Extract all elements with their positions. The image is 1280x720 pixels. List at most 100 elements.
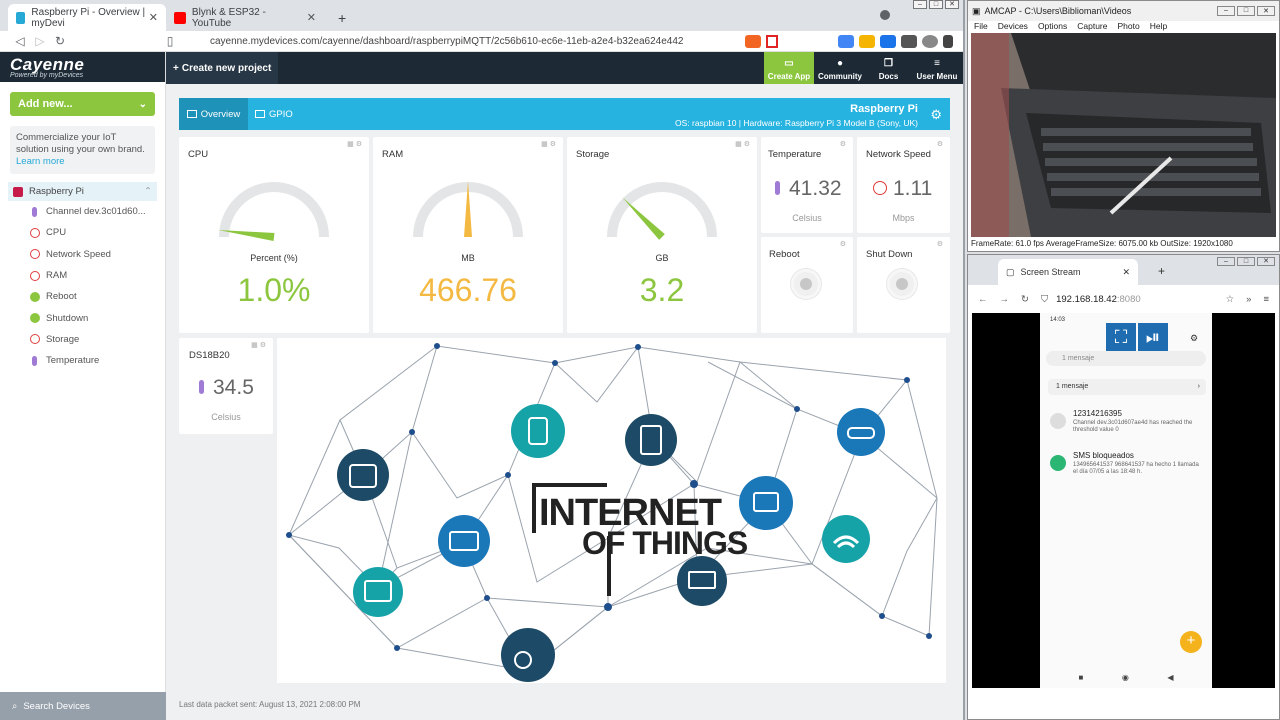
shutdown-button[interactable] xyxy=(887,269,917,299)
gear-icon[interactable]: ⚙ xyxy=(744,141,752,148)
maximize-icon[interactable]: □ xyxy=(1237,257,1255,266)
chart-icon[interactable]: ▦ xyxy=(735,141,744,148)
new-tab-button[interactable]: + xyxy=(330,4,354,31)
gear-icon[interactable]: ⚙ xyxy=(840,241,848,248)
phone-message[interactable]: SMS bloqueados 134965641537 968641537 ha… xyxy=(1046,451,1206,481)
phone-message[interactable]: 12314216395 Channel dev.3c01d607ae4d has… xyxy=(1046,409,1206,439)
close-tab-icon[interactable]: ✕ xyxy=(1122,267,1130,278)
home-icon[interactable]: ◉ xyxy=(1122,673,1129,682)
sidebar-item-temperature[interactable]: Temperature xyxy=(0,350,165,371)
reload-icon[interactable]: ↻ xyxy=(1021,294,1029,305)
profile-icon[interactable] xyxy=(922,34,938,48)
gear-icon[interactable]: ⚙ xyxy=(356,141,364,148)
learn-more-link[interactable]: Learn more xyxy=(16,156,65,167)
menu-capture[interactable]: Capture xyxy=(1077,21,1107,33)
device-root-raspberry-pi[interactable]: Raspberry Pi ⌃ xyxy=(8,182,157,201)
more-icon[interactable]: » xyxy=(1246,294,1251,305)
bookmark-icon[interactable]: ▯ xyxy=(160,34,180,48)
puzzle-icon[interactable] xyxy=(901,34,917,48)
user-menu-button[interactable]: ≡ User Menu xyxy=(911,52,963,84)
widget-value: 3.2 xyxy=(639,272,685,308)
back-icon[interactable]: ◀ xyxy=(1167,673,1173,682)
translate-icon[interactable] xyxy=(838,34,854,48)
tab-search-icon[interactable] xyxy=(880,10,890,20)
gear-icon[interactable]: ⚙ xyxy=(550,141,558,148)
cayenne-logo[interactable]: Cayenne Powered by myDevices xyxy=(0,52,165,82)
star-icon[interactable]: ☆ xyxy=(1226,294,1235,305)
menu-help[interactable]: Help xyxy=(1150,21,1167,33)
sidebar-item-ram[interactable]: RAM xyxy=(0,265,165,286)
close-icon[interactable]: ✕ xyxy=(945,0,959,9)
play-pause-icon[interactable]: ⏯ xyxy=(1138,323,1168,353)
menu-icon[interactable]: ≡ xyxy=(1263,294,1269,305)
message-title: 12314216395 xyxy=(1073,409,1122,418)
maximize-icon[interactable]: □ xyxy=(1237,6,1255,16)
menu-devices[interactable]: Devices xyxy=(998,21,1028,33)
gear-icon[interactable]: ⚙ xyxy=(840,141,848,148)
shield-icon[interactable]: ⛉ xyxy=(1041,294,1048,305)
stream-url[interactable]: 192.168.18.42:8080 xyxy=(1056,294,1214,305)
tab-screen-stream[interactable]: ▢ Screen Stream ✕ xyxy=(998,259,1138,285)
menu-icon[interactable] xyxy=(943,34,953,48)
fullscreen-icon[interactable]: ⛶ xyxy=(1106,323,1136,353)
star-extension-icon[interactable] xyxy=(859,34,875,48)
cayenne-favicon-icon xyxy=(16,11,26,24)
translate-extension-icon[interactable] xyxy=(880,34,896,48)
add-new-button[interactable]: Add new... ⌄ xyxy=(10,92,155,116)
tab-cayenne[interactable]: Raspberry Pi - Overview | myDevi ✕ xyxy=(8,4,166,31)
minimize-icon[interactable]: – xyxy=(913,0,927,9)
compose-button[interactable]: + xyxy=(1180,631,1202,653)
widget-unit: Celsius xyxy=(211,412,241,422)
minimize-icon[interactable]: – xyxy=(1217,6,1235,16)
maximize-icon[interactable]: □ xyxy=(929,0,943,9)
gear-icon[interactable]: ⚙ xyxy=(260,342,268,349)
reload-icon[interactable]: ↻ xyxy=(50,34,70,48)
menu-options[interactable]: Options xyxy=(1038,21,1067,33)
chart-icon[interactable]: ▦ xyxy=(347,141,356,148)
sidebar-item-shutdown[interactable]: Shutdown xyxy=(0,307,165,328)
phone-search-input[interactable]: 1 mensaje xyxy=(1046,351,1206,366)
chart-icon[interactable]: ▦ xyxy=(541,141,550,148)
reboot-button[interactable] xyxy=(791,269,821,299)
chevron-up-icon[interactable]: ⌃ xyxy=(144,186,152,197)
recent-apps-icon[interactable]: ■ xyxy=(1079,673,1084,682)
tab-gpio[interactable]: GPIO xyxy=(255,98,293,130)
create-project-button[interactable]: + Create new project xyxy=(166,52,279,84)
title-bracket-left xyxy=(532,483,536,533)
widget-value: 466.76 xyxy=(419,272,517,308)
widget-title: DS18B20 xyxy=(189,350,230,361)
new-tab-button[interactable]: + xyxy=(1158,264,1165,278)
brave-shield-icon[interactable] xyxy=(745,34,761,48)
settings-icon[interactable]: ⚙ xyxy=(1190,333,1198,344)
sidebar-item-network-speed[interactable]: Network Speed xyxy=(0,244,165,265)
forward-icon[interactable]: → xyxy=(1000,294,1010,305)
chart-icon[interactable]: ▦ xyxy=(251,342,260,349)
back-icon[interactable]: ◁ xyxy=(10,34,30,48)
docs-button[interactable]: ❐ Docs xyxy=(866,52,911,84)
gear-icon[interactable]: ⚙ xyxy=(937,241,945,248)
close-icon[interactable]: ✕ xyxy=(1257,257,1275,266)
sidebar-item-storage[interactable]: Storage xyxy=(0,329,165,350)
gear-icon[interactable]: ⚙ xyxy=(930,107,942,123)
tab-youtube[interactable]: Blynk & ESP32 - YouTube ✕ xyxy=(166,4,324,31)
close-icon[interactable]: ✕ xyxy=(1257,6,1275,16)
close-tab-icon[interactable]: ✕ xyxy=(149,11,158,24)
tab-overview[interactable]: Overview xyxy=(179,98,248,130)
create-app-button[interactable]: ▭ Create App xyxy=(764,52,814,84)
sidebar-item-cpu[interactable]: CPU xyxy=(0,222,165,243)
gear-icon[interactable]: ⚙ xyxy=(937,141,945,148)
sidebar-item-channel[interactable]: Channel dev.3c01d60... xyxy=(0,201,165,222)
close-tab-icon[interactable]: ✕ xyxy=(307,11,316,24)
menu-photo[interactable]: Photo xyxy=(1117,21,1139,33)
community-button[interactable]: ● Community xyxy=(814,52,866,84)
brave-rewards-icon[interactable] xyxy=(766,34,778,48)
url-field[interactable]: cayenne.mydevices.com/cayenne/dashboard/… xyxy=(210,36,740,47)
chevron-right-icon: › xyxy=(1197,383,1200,390)
menu-file[interactable]: File xyxy=(974,21,988,33)
search-devices-input[interactable]: ⌕ Search Devices xyxy=(0,692,166,720)
minimize-icon[interactable]: – xyxy=(1217,257,1235,266)
phone-list-row[interactable]: 1 mensaje › xyxy=(1048,379,1206,395)
back-icon[interactable]: ← xyxy=(978,294,988,305)
forward-icon[interactable]: ▷ xyxy=(30,34,50,48)
sidebar-item-reboot[interactable]: Reboot xyxy=(0,286,165,307)
